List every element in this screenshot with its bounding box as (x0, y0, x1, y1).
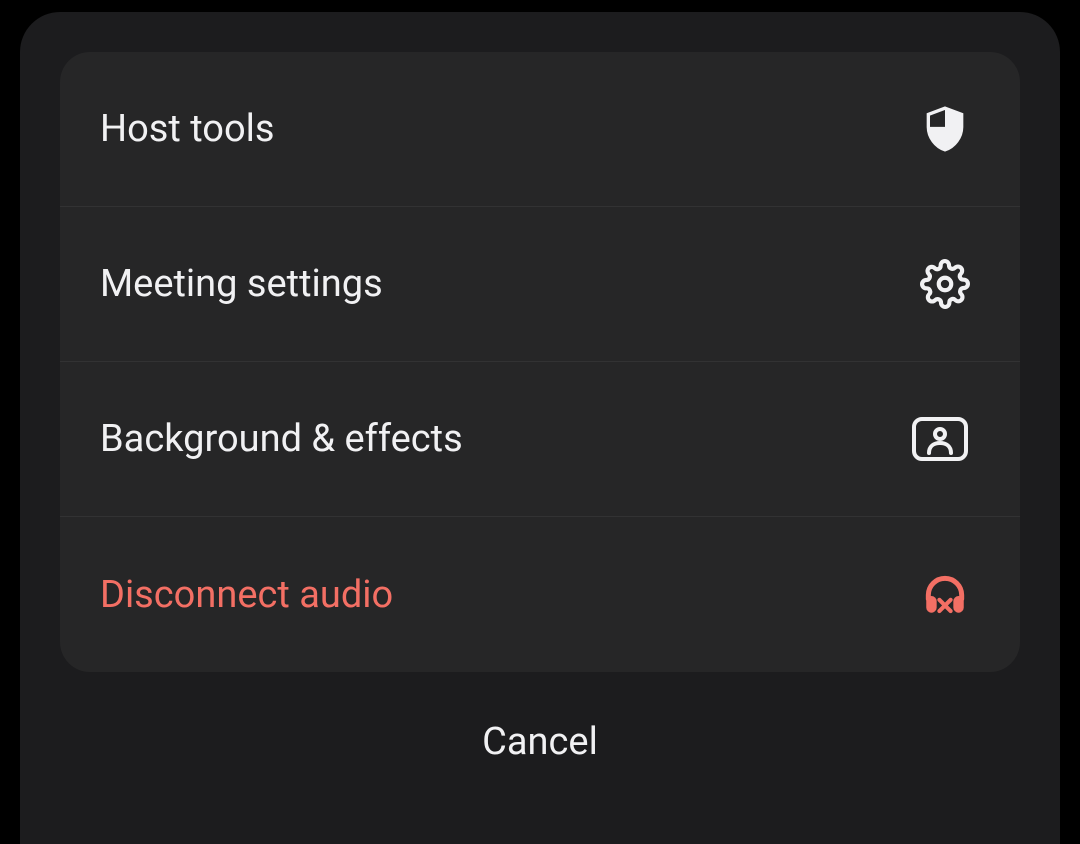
menu-list: Host tools Meeting settings Backgrou (60, 52, 1020, 672)
menu-item-label: Meeting settings (100, 262, 383, 306)
background-effects-icon (910, 415, 970, 463)
menu-item-background-effects[interactable]: Background & effects (60, 362, 1020, 517)
menu-item-label: Disconnect audio (100, 573, 393, 617)
shield-icon (920, 104, 970, 154)
menu-item-host-tools[interactable]: Host tools (60, 52, 1020, 207)
menu-item-disconnect-audio[interactable]: Disconnect audio (60, 517, 1020, 672)
cancel-button[interactable]: Cancel (482, 720, 598, 764)
headphones-off-icon (920, 570, 970, 620)
cancel-area: Cancel (60, 672, 1020, 794)
gear-icon (920, 259, 970, 309)
menu-item-label: Host tools (100, 107, 275, 151)
action-sheet: Host tools Meeting settings Backgrou (20, 12, 1060, 844)
menu-item-label: Background & effects (100, 417, 463, 461)
menu-item-meeting-settings[interactable]: Meeting settings (60, 207, 1020, 362)
